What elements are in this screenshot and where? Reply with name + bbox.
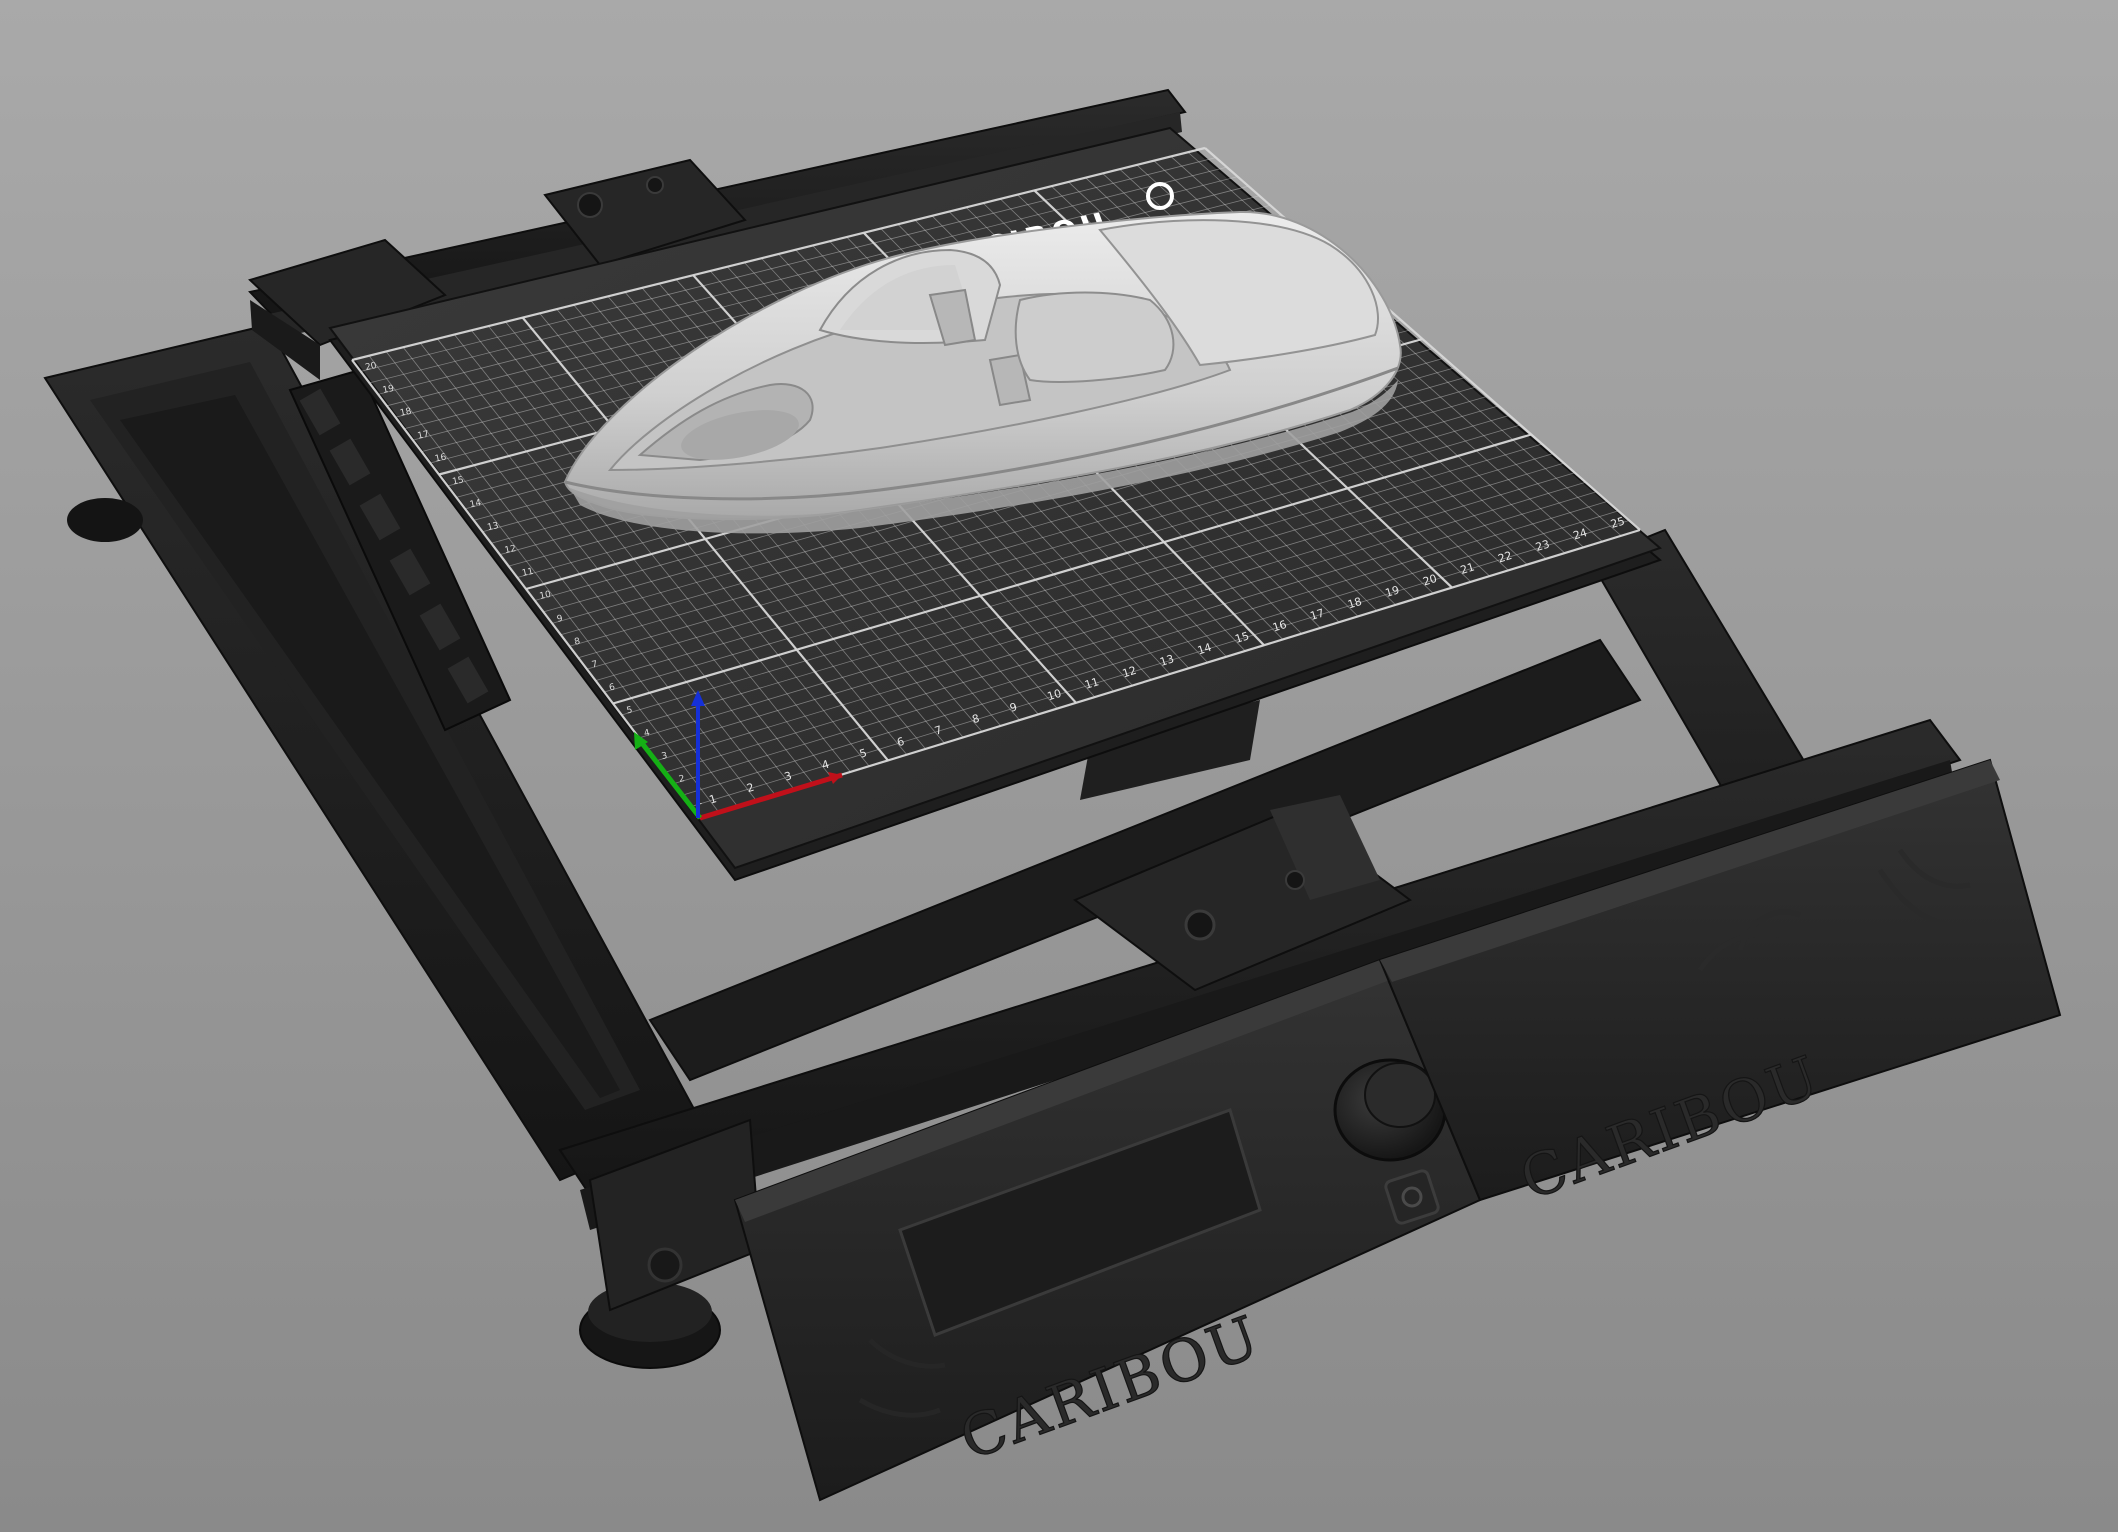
boat-rear-seat [1014, 291, 1175, 383]
scene-canvas[interactable]: CIBOU 1234567891011121314151617181920212… [0, 0, 2118, 1532]
front-control-panel: CARIBOU CARIBOU [733, 758, 2062, 1502]
3d-viewport[interactable]: CIBOU 1234567891011121314151617181920212… [0, 0, 2118, 1532]
